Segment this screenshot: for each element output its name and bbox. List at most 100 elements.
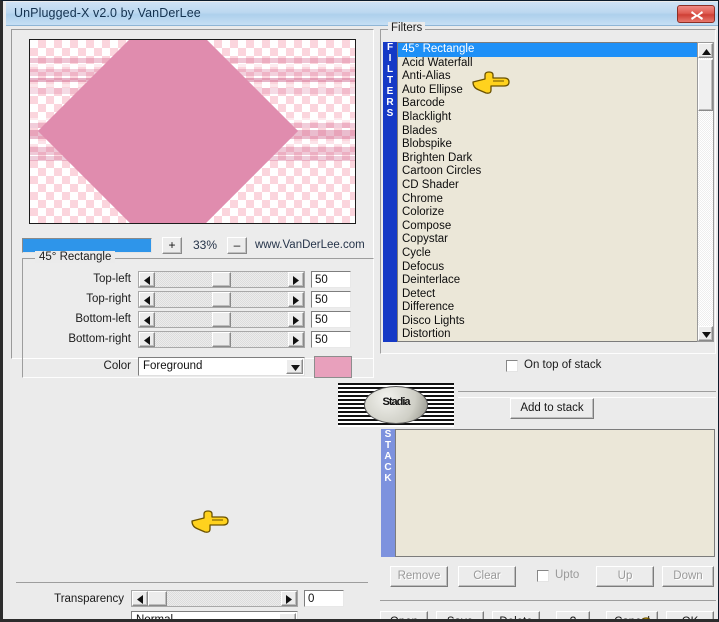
save-button[interactable]: Save — [436, 611, 484, 619]
param-slider[interactable] — [138, 271, 305, 288]
scrollbar-thumb[interactable] — [698, 59, 713, 111]
delete-button[interactable]: Delete — [492, 611, 540, 619]
cancel-button[interactable]: Cancel — [606, 611, 658, 619]
slider-left-arrow[interactable] — [139, 332, 155, 347]
filter-list-item[interactable]: Barcode — [398, 97, 697, 111]
param-value[interactable]: 50 — [311, 271, 351, 288]
scroll-up-icon[interactable] — [698, 43, 713, 58]
param-slider[interactable] — [138, 291, 305, 308]
vertical-label-letter: T — [386, 75, 394, 86]
stack-button-row: Remove Clear Upto Up Down — [380, 566, 716, 588]
zoom-in-button[interactable]: + — [162, 237, 182, 254]
filters-list[interactable]: 45° Rectangle Acid Waterfall Anti-Alias Aut… — [397, 42, 697, 342]
preview-image[interactable] — [29, 39, 356, 224]
filter-list-item[interactable]: Distortion — [398, 328, 697, 341]
param-value[interactable]: 50 — [311, 331, 351, 348]
slider-right-arrow[interactable] — [288, 292, 304, 307]
zoom-out-button[interactable]: – — [227, 237, 247, 254]
filter-list-item[interactable]: Difference — [398, 301, 697, 315]
param-slider[interactable] — [138, 311, 305, 328]
color-select[interactable]: Foreground — [138, 357, 305, 376]
vendor-logo: Stadia — [338, 383, 454, 427]
filter-list-item[interactable]: Copystar — [398, 233, 697, 247]
filter-list-item[interactable]: Anti-Alias — [398, 70, 697, 84]
slider-right-arrow[interactable] — [288, 272, 304, 287]
on-top-of-stack-label: On top of stack — [524, 359, 602, 371]
param-row-top-right: Top-right 50 — [23, 291, 373, 308]
logo-text: Stadia — [382, 396, 410, 408]
vertical-label-letter: K — [384, 473, 392, 484]
transparency-slider[interactable] — [131, 590, 298, 607]
filters-group: Filters FILTERS 45° Rectangle Acid Waterf… — [380, 22, 716, 354]
transparency-label: Transparency — [54, 593, 124, 605]
filter-list-item[interactable]: 45° Rectangle — [398, 43, 697, 57]
filter-list-item[interactable]: Cartoon Circles — [398, 165, 697, 179]
upto-checkbox[interactable] — [537, 570, 549, 582]
filter-list-item[interactable]: Colorize — [398, 206, 697, 220]
param-label: Bottom-right — [68, 333, 131, 345]
slider-left-arrow[interactable] — [139, 292, 155, 307]
color-select-value: Foreground — [143, 360, 203, 372]
up-button[interactable]: Up — [596, 566, 654, 587]
slider-right-arrow[interactable] — [281, 591, 297, 606]
slider-left-arrow[interactable] — [139, 312, 155, 327]
param-label: Bottom-left — [75, 313, 131, 325]
slider-thumb[interactable] — [212, 272, 231, 287]
filter-list-item[interactable]: Cycle — [398, 247, 697, 261]
remove-button[interactable]: Remove — [390, 566, 448, 587]
on-top-of-stack-checkbox[interactable] — [506, 360, 518, 372]
help-button[interactable]: ? — [556, 611, 590, 619]
dialog-button-row: Open Save Delete ? Cancel OK — [380, 611, 716, 619]
slider-left-arrow[interactable] — [132, 591, 148, 606]
upto-label: Upto — [555, 569, 580, 581]
window-title: UnPlugged-X v2.0 by VanDerLee — [14, 6, 201, 20]
clear-button[interactable]: Clear — [458, 566, 516, 587]
filters-scrollbar[interactable] — [697, 42, 714, 342]
filter-list-item[interactable]: Disco Lights — [398, 315, 697, 329]
vendor-url[interactable]: www.VanDerLee.com — [255, 239, 365, 251]
vertical-label-letter: T — [384, 440, 392, 451]
chevron-down-icon[interactable] — [286, 359, 303, 374]
vertical-label-letter: I — [388, 53, 392, 64]
param-label: Top-right — [86, 293, 131, 305]
preview-panel: + 33% – www.VanDerLee.com 45° Rectangle … — [11, 29, 374, 533]
open-button[interactable]: Open — [380, 611, 428, 619]
slider-left-arrow[interactable] — [139, 272, 155, 287]
param-slider[interactable] — [138, 331, 305, 348]
down-button[interactable]: Down — [662, 566, 714, 587]
blend-mode-select[interactable]: Normal — [131, 611, 298, 619]
filter-list-item[interactable]: Blobspike — [398, 138, 697, 152]
scroll-down-icon[interactable] — [698, 326, 713, 341]
stack-list[interactable] — [395, 429, 715, 557]
filter-list-item[interactable]: Acid Waterfall — [398, 57, 697, 71]
filter-list-item[interactable]: Brighten Dark — [398, 152, 697, 166]
filter-list-item[interactable]: Blacklight — [398, 111, 697, 125]
close-icon[interactable] — [677, 5, 715, 23]
filter-list-item[interactable]: Blades — [398, 125, 697, 139]
param-value[interactable]: 50 — [311, 291, 351, 308]
param-row-bottom-left: Bottom-left 50 — [23, 311, 373, 328]
filter-list-item[interactable]: CD Shader — [398, 179, 697, 193]
filters-vertical-label: FILTERS — [383, 42, 397, 342]
filter-list-item[interactable]: Defocus — [398, 261, 697, 275]
slider-thumb[interactable] — [212, 312, 231, 327]
param-row-top-left: Top-left 50 — [23, 271, 373, 288]
color-swatch[interactable] — [314, 356, 352, 378]
title-bar: UnPlugged-X v2.0 by VanDerLee — [6, 2, 718, 26]
add-to-stack-button[interactable]: Add to stack — [510, 398, 594, 419]
filter-list-item[interactable]: Compose — [398, 220, 697, 234]
filter-parameters-group: 45° Rectangle Top-left 50 Top-right 50 B… — [22, 251, 374, 378]
filter-list-item[interactable]: Auto Ellipse — [398, 84, 697, 98]
chevron-down-icon[interactable] — [279, 613, 296, 619]
filter-list-item[interactable]: Chrome — [398, 193, 697, 207]
slider-thumb[interactable] — [212, 292, 231, 307]
param-value[interactable]: 50 — [311, 311, 351, 328]
filter-list-item[interactable]: Detect — [398, 288, 697, 302]
slider-thumb[interactable] — [212, 332, 231, 347]
filter-list-item[interactable]: Deinterlace — [398, 274, 697, 288]
slider-right-arrow[interactable] — [288, 312, 304, 327]
ok-button[interactable]: OK — [666, 611, 714, 619]
transparency-value[interactable]: 0 — [304, 590, 344, 607]
slider-thumb[interactable] — [148, 591, 167, 606]
slider-right-arrow[interactable] — [288, 332, 304, 347]
